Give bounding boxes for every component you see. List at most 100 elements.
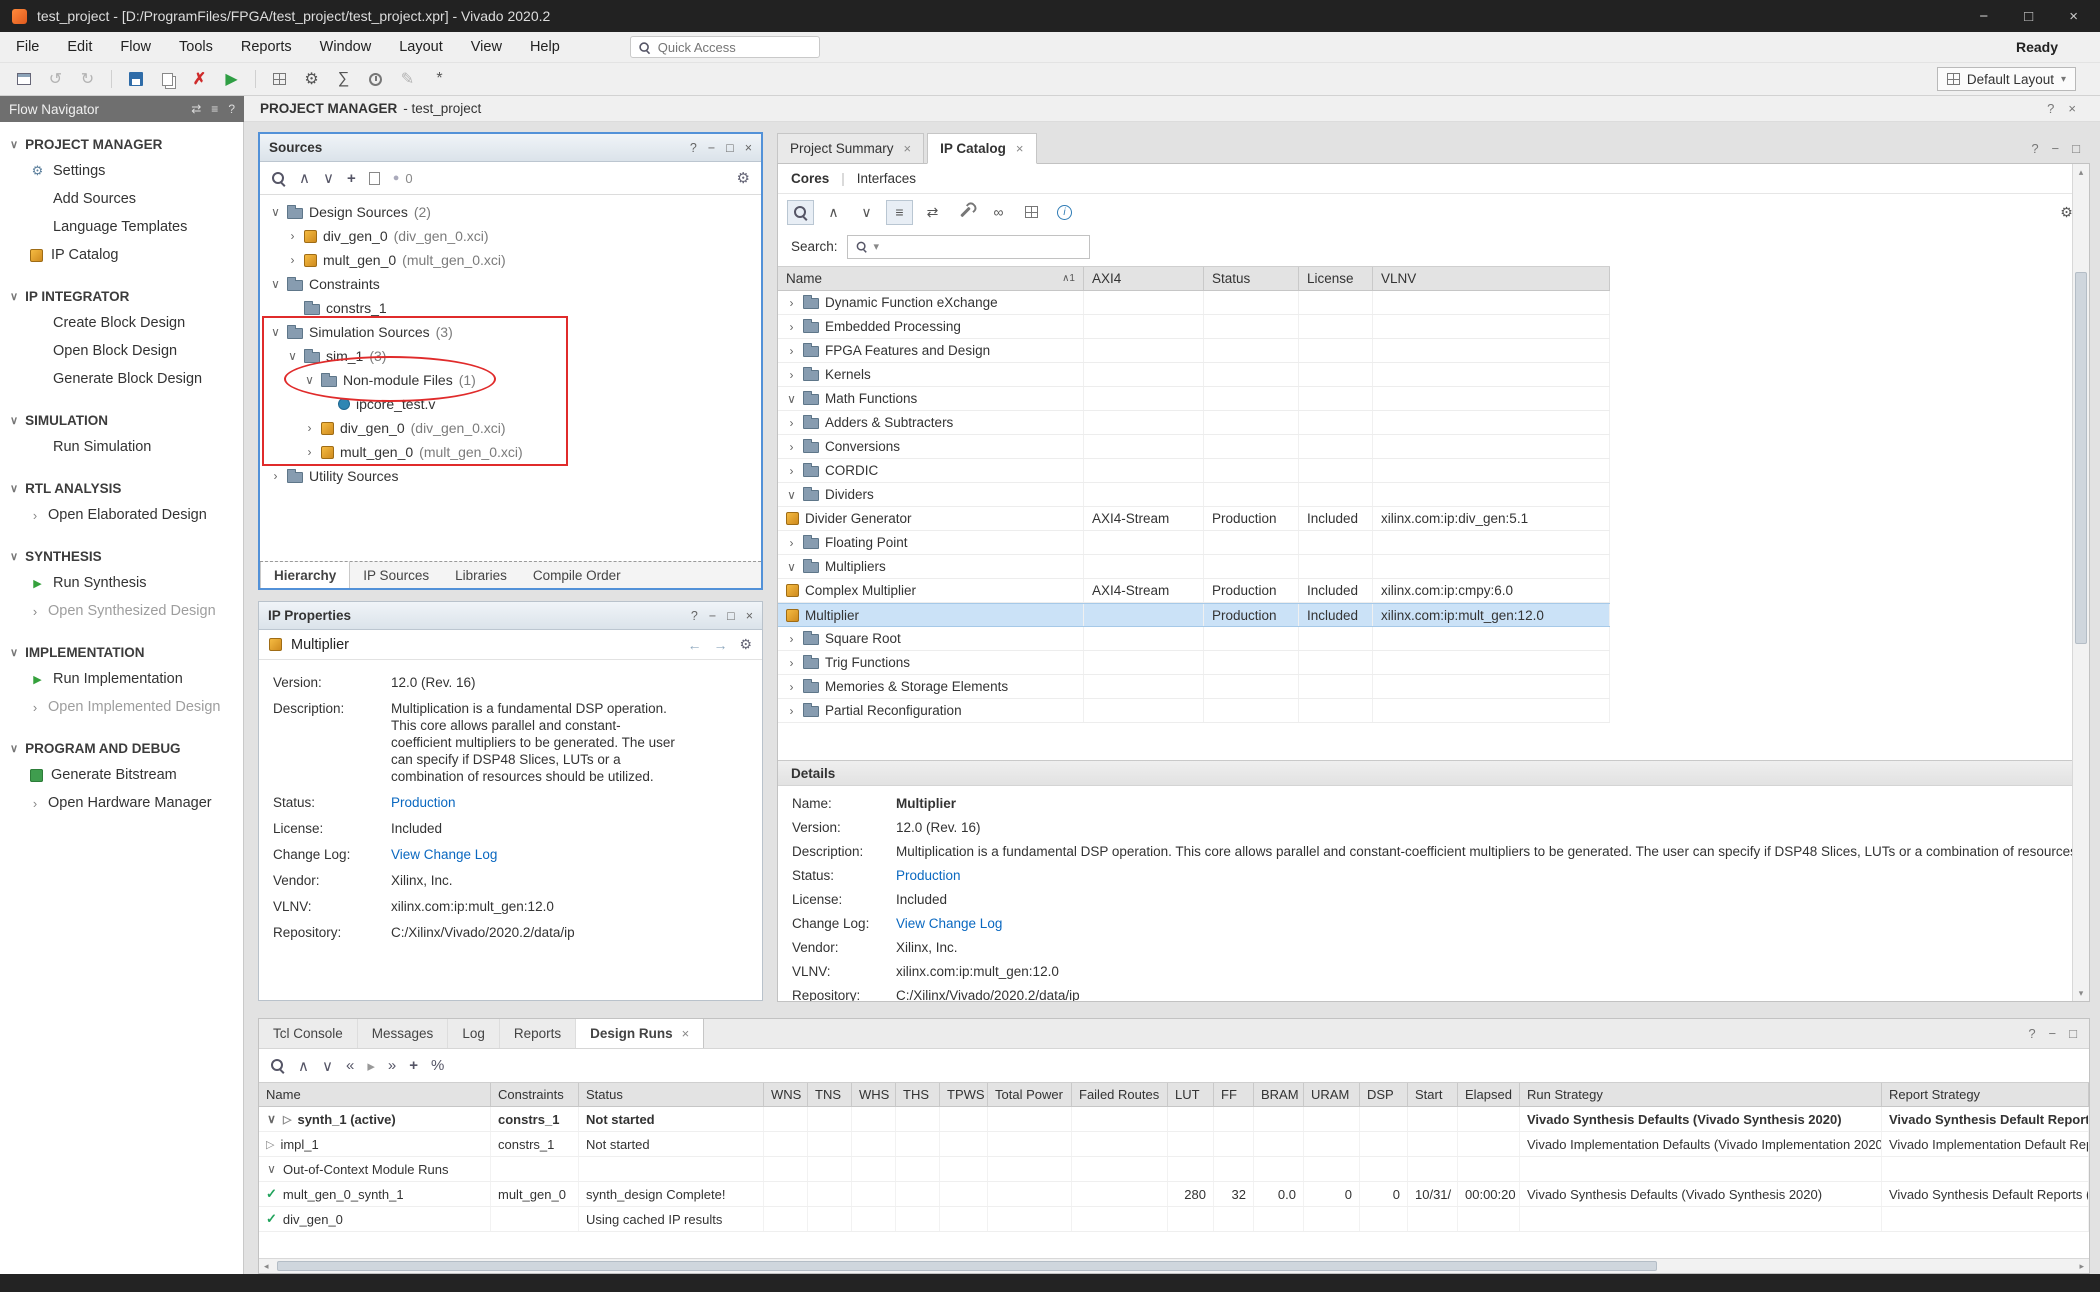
chevron-right-icon[interactable]: ›	[786, 704, 797, 718]
chevron-down-icon[interactable]: ∨	[786, 392, 797, 406]
report-button[interactable]	[369, 172, 380, 185]
tab-messages[interactable]: Messages	[358, 1019, 449, 1048]
catalog-row-partial-reconfiguration[interactable]: ›Partial Reconfiguration	[778, 699, 1610, 723]
catalog-row-multipliers[interactable]: ∨Multipliers	[778, 555, 1610, 579]
close-icon[interactable]: ×	[745, 141, 752, 155]
expand-all-button[interactable]: ∨	[323, 169, 334, 187]
run-row-synth-1[interactable]: ∨▷synth_1 (active) constrs_1 Not started…	[259, 1107, 2089, 1132]
column-report-strategy[interactable]: Report Strategy	[1882, 1083, 2089, 1106]
column-ths[interactable]: THS	[896, 1083, 940, 1106]
help-icon[interactable]: ?	[690, 141, 697, 155]
sidebar-item-add-sources[interactable]: Add Sources	[0, 185, 243, 213]
scrollbar-thumb[interactable]	[2075, 272, 2087, 644]
catalog-row-divider-generator[interactable]: Divider GeneratorAXI4-StreamProductionIn…	[778, 507, 1610, 531]
search-button[interactable]	[270, 1058, 285, 1073]
customize-button[interactable]	[952, 200, 979, 225]
collapse-all-button[interactable]: ∧	[820, 200, 847, 225]
float-icon[interactable]: □	[726, 141, 734, 155]
sidebar-item-open-block-design[interactable]: Open Block Design	[0, 337, 243, 365]
sidebar-item-open-synthesized-design[interactable]: ›Open Synthesized Design	[0, 597, 243, 625]
tree-row-utility-sources[interactable]: ›Utility Sources	[260, 464, 761, 488]
window-close-button[interactable]: ×	[2069, 8, 2078, 25]
sidebar-item-open-elaborated-design[interactable]: ›Open Elaborated Design	[0, 501, 243, 529]
chevron-right-icon[interactable]: ›	[304, 445, 315, 459]
quick-access-search[interactable]	[630, 36, 820, 58]
lines-icon[interactable]: ≡	[211, 102, 218, 116]
help-icon[interactable]: ?	[2028, 1026, 2035, 1041]
sidebar-item-run-implementation[interactable]: ▶Run Implementation	[0, 665, 243, 693]
chevron-right-icon[interactable]: ›	[287, 253, 298, 267]
column-elapsed[interactable]: Elapsed	[1458, 1083, 1520, 1106]
column-start[interactable]: Start	[1408, 1083, 1458, 1106]
tab-project-summary[interactable]: Project Summary×	[777, 133, 924, 164]
copy-button[interactable]	[154, 67, 181, 92]
tab-ip-catalog[interactable]: IP Catalog×	[927, 133, 1036, 164]
info-button[interactable]: i	[1051, 200, 1078, 225]
tree-row-constrs-1[interactable]: constrs_1	[260, 296, 761, 320]
chevron-right-icon[interactable]: ›	[786, 320, 797, 334]
sources-titlebar[interactable]: Sources ? − □ ×	[260, 134, 761, 162]
run-button[interactable]: ▶	[218, 67, 245, 92]
column-vlnv[interactable]: VLNV	[1373, 267, 1610, 290]
sum-button[interactable]: ∑	[330, 67, 357, 92]
minimize-icon[interactable]: −	[709, 609, 716, 623]
settings-gear-icon[interactable]: ⚙	[739, 636, 752, 653]
column-wns[interactable]: WNS	[764, 1083, 808, 1106]
tree-row-constraints[interactable]: ∨Constraints	[260, 272, 761, 296]
chevron-down-icon[interactable]: ∨	[266, 1162, 277, 1176]
create-run-button[interactable]: +	[409, 1057, 418, 1074]
collapse-all-button[interactable]: ∧	[299, 169, 310, 187]
column-run-strategy[interactable]: Run Strategy	[1520, 1083, 1882, 1106]
scrollbar-thumb[interactable]	[277, 1261, 1657, 1271]
link-button[interactable]: ∞	[985, 200, 1012, 225]
undo-button[interactable]: ↺	[42, 67, 69, 92]
sidebar-item-open-implemented-design[interactable]: ›Open Implemented Design	[0, 693, 243, 721]
catalog-row-cordic[interactable]: ›CORDIC	[778, 459, 1610, 483]
chevron-right-icon[interactable]: ›	[786, 416, 797, 430]
scroll-down-button[interactable]: ▾	[2073, 985, 2089, 1001]
column-status[interactable]: Status	[579, 1083, 764, 1106]
tree-row-ipcore-test-v[interactable]: ipcore_test.v	[260, 392, 761, 416]
step-forward-button[interactable]: »	[388, 1057, 396, 1074]
run-button[interactable]: ▸	[367, 1057, 375, 1075]
scroll-up-button[interactable]: ▴	[2073, 164, 2089, 180]
column-dsp[interactable]: DSP	[1360, 1083, 1408, 1106]
help-icon[interactable]: ?	[2047, 101, 2054, 116]
compare-button[interactable]: ⇄	[919, 200, 946, 225]
redo-button[interactable]: ↻	[74, 67, 101, 92]
chevron-down-icon[interactable]: ∨	[304, 373, 315, 387]
run-row-mult-gen-0-synth-1[interactable]: ✓mult_gen_0_synth_1 mult_gen_0 synth_des…	[259, 1182, 2089, 1207]
run-row-div-gen-0[interactable]: ✓div_gen_0 Using cached IP results	[259, 1207, 2089, 1232]
quick-access-input[interactable]	[658, 40, 834, 55]
close-icon[interactable]: ×	[746, 609, 753, 623]
tree-row-sim-1[interactable]: ∨sim_1(3)	[260, 344, 761, 368]
column-whs[interactable]: WHS	[852, 1083, 896, 1106]
close-icon[interactable]: ×	[904, 141, 912, 156]
catalog-row-square-root[interactable]: ›Square Root	[778, 627, 1610, 651]
percent-button[interactable]: %	[431, 1057, 444, 1074]
catalog-search-input[interactable]: ▾	[847, 235, 1090, 259]
layout-selector[interactable]: Default Layout ▾	[1937, 67, 2076, 91]
menu-tools[interactable]: Tools	[179, 39, 213, 55]
catalog-row-math-functions[interactable]: ∨Math Functions	[778, 387, 1610, 411]
column-status[interactable]: Status	[1204, 267, 1299, 290]
chevron-down-icon[interactable]: ∨	[786, 560, 797, 574]
tree-row-sim-div-gen-0[interactable]: ›div_gen_0(div_gen_0.xci)	[260, 416, 761, 440]
chevron-right-icon[interactable]: ›	[786, 296, 797, 310]
catalog-row-multiplier-selected[interactable]: MultiplierProductionIncludedxilinx.com:i…	[778, 603, 1610, 627]
chevron-right-icon[interactable]: ›	[786, 680, 797, 694]
help-icon[interactable]: ?	[691, 609, 698, 623]
menu-help[interactable]: Help	[530, 39, 560, 55]
expand-all-button[interactable]: ∨	[322, 1057, 333, 1075]
chevron-down-icon[interactable]: ∨	[270, 325, 281, 339]
ip-properties-titlebar[interactable]: IP Properties ? − □ ×	[259, 602, 762, 630]
sidebar-item-run-synthesis[interactable]: ▶Run Synthesis	[0, 569, 243, 597]
open-project-button[interactable]	[10, 67, 37, 92]
tab-design-runs[interactable]: Design Runs×	[576, 1019, 704, 1048]
horizontal-scrollbar[interactable]: ◂ ▸	[259, 1258, 2089, 1273]
back-icon[interactable]: ←	[687, 637, 701, 653]
minimize-icon[interactable]: −	[2049, 1026, 2057, 1041]
save-button[interactable]	[122, 67, 149, 92]
chevron-down-icon[interactable]: ∨	[270, 205, 281, 219]
vertical-scrollbar[interactable]: ▴ ▾	[2072, 164, 2089, 1001]
